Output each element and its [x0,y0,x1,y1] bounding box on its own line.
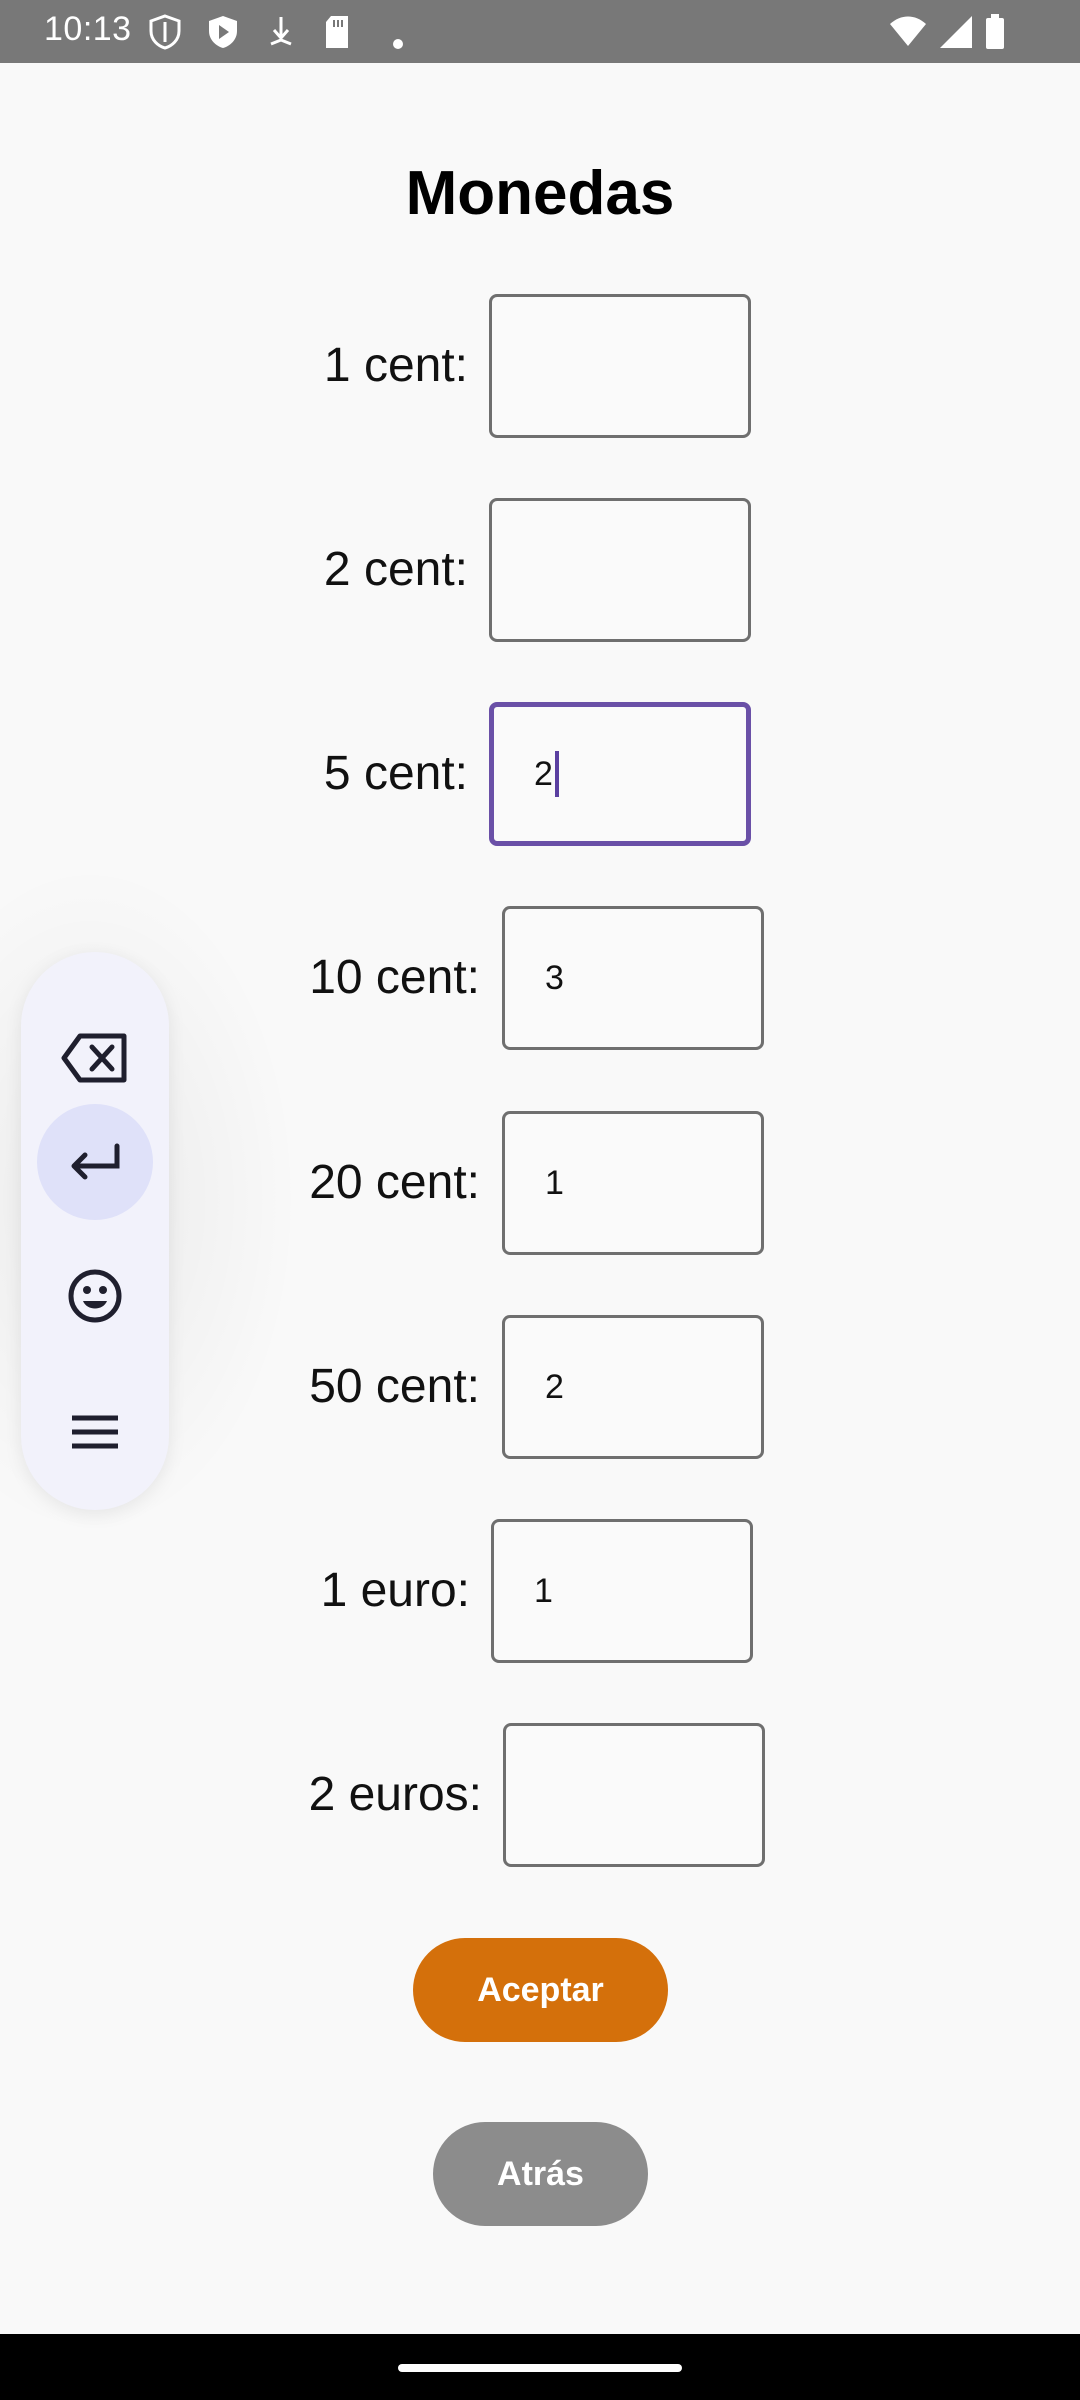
text-cursor [554,751,559,797]
floating-keyboard-toolbar [21,952,169,1510]
back-button[interactable]: Atrás [433,2122,648,2226]
play-protect-icon [209,16,237,48]
label-2-euros: 2 euros: [308,1768,482,1821]
input-1-euro[interactable]: 1 [491,1519,753,1663]
label-1-cent: 1 cent: [323,339,468,392]
input-5-cent[interactable]: 2 [489,702,751,846]
enter-icon [71,1143,120,1180]
battery-icon [986,14,1004,49]
label-1-euro: 1 euro: [320,1564,470,1617]
enter-button[interactable] [37,1104,153,1220]
home-gesture-handle[interactable] [398,2364,682,2372]
input-5-cent-value: 2 [534,754,553,793]
backspace-icon [61,1033,127,1083]
signal-icon [940,16,972,48]
input-10-cent[interactable]: 3 [502,906,764,1050]
label-2-cent: 2 cent: [323,543,468,596]
download-icon [270,17,292,46]
shield-icon [149,14,181,50]
page-title: Monedas [405,159,675,228]
emoji-button[interactable] [37,1238,153,1354]
input-2-cent[interactable] [489,498,751,642]
wifi-icon [890,16,926,46]
backspace-button[interactable] [37,1000,153,1116]
input-50-cent[interactable]: 2 [502,1315,764,1459]
menu-icon [72,1415,118,1449]
emoji-icon [68,1269,122,1323]
accept-button[interactable]: Aceptar [413,1938,668,2042]
notification-dot-icon [393,39,403,49]
status-time: 10:13 [44,10,132,48]
status-bar: 10:13 [0,0,1080,63]
label-5-cent: 5 cent: [323,747,468,800]
sd-card-icon [326,16,348,48]
input-2-euros[interactable] [503,1723,765,1867]
input-20-cent[interactable]: 1 [502,1111,764,1255]
menu-button[interactable] [37,1374,153,1490]
input-1-cent[interactable] [489,294,751,438]
